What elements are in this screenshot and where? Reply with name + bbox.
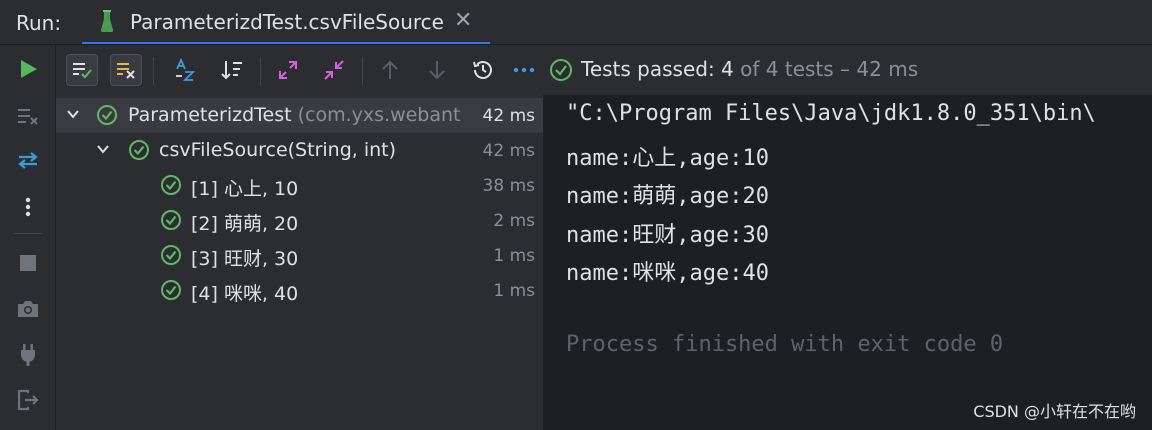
method-label: csvFileSource(String, int) bbox=[159, 139, 397, 161]
case-time: 2 ms bbox=[493, 211, 535, 231]
test-passed-icon bbox=[161, 210, 181, 230]
test-passed-icon bbox=[129, 140, 149, 160]
method-time: 42 ms bbox=[482, 141, 535, 161]
prev-failed-icon[interactable] bbox=[374, 54, 406, 86]
test-tree: ParameterizdTest (com.yxs.webant 42 ms c… bbox=[56, 95, 544, 430]
run-icon[interactable] bbox=[12, 53, 44, 85]
console-line: name:心上,age:10 bbox=[566, 146, 769, 171]
exit-icon[interactable] bbox=[12, 384, 44, 416]
test-passed-icon bbox=[161, 175, 181, 195]
collapse-all-icon[interactable] bbox=[318, 54, 350, 86]
close-icon[interactable]: ✕ bbox=[454, 8, 472, 33]
tree-root-label: ParameterizdTest (com.yxs.webant bbox=[128, 104, 461, 126]
root-package: (com.yxs.webant bbox=[291, 104, 461, 126]
status-lead: Tests passed: 4 bbox=[581, 57, 734, 81]
more-vertical-icon[interactable] bbox=[12, 191, 44, 223]
show-passed-icon[interactable] bbox=[66, 54, 98, 86]
root-name: ParameterizdTest bbox=[128, 104, 292, 126]
divider bbox=[14, 233, 42, 234]
test-passed-icon bbox=[161, 245, 181, 265]
more-horizontal-icon[interactable] bbox=[508, 54, 540, 86]
console-line: name:萌萌,age:20 bbox=[566, 184, 769, 209]
sort-duration-icon[interactable] bbox=[216, 54, 248, 86]
test-passed-icon bbox=[550, 59, 572, 81]
tree-row-root[interactable]: ParameterizdTest (com.yxs.webant 42 ms bbox=[56, 98, 543, 133]
plug-icon[interactable] bbox=[12, 339, 44, 371]
stop-icon[interactable] bbox=[12, 247, 44, 279]
test-status: Tests passed: 4 of 4 tests – 42 ms bbox=[581, 57, 918, 81]
tree-row-case[interactable]: [3] 旺财, 30 1 ms bbox=[56, 238, 543, 273]
tree-row-case[interactable]: [4] 咪咪, 40 1 ms bbox=[56, 273, 543, 308]
test-passed-icon bbox=[161, 280, 181, 300]
divider bbox=[362, 57, 363, 85]
case-time: 38 ms bbox=[482, 176, 535, 196]
console-exit-line: Process finished with exit code 0 bbox=[566, 332, 1004, 357]
test-toolbar: Tests passed: 4 of 4 tests – 42 ms bbox=[56, 45, 1152, 95]
case-time: 1 ms bbox=[493, 246, 535, 266]
run-tab-bar: Run: ParameterizdTest.csvFileSource ✕ bbox=[0, 0, 1152, 45]
console-output[interactable]: "C:\Program Files\Java\jdk1.8.0_351\bin\… bbox=[544, 95, 1152, 430]
case-label: [2] 萌萌, 20 bbox=[191, 213, 299, 235]
next-failed-icon[interactable] bbox=[421, 54, 453, 86]
tree-row-method[interactable]: csvFileSource(String, int) 42 ms bbox=[56, 133, 543, 168]
expand-all-icon[interactable] bbox=[272, 54, 304, 86]
test-flask-icon bbox=[100, 10, 114, 32]
root-time: 42 ms bbox=[482, 106, 535, 126]
case-time: 1 ms bbox=[493, 281, 535, 301]
show-ignored-icon[interactable] bbox=[110, 54, 142, 86]
tree-row-case[interactable]: [1] 心上, 10 38 ms bbox=[56, 168, 543, 203]
case-label: [4] 咪咪, 40 bbox=[191, 283, 299, 305]
tree-row-case[interactable]: [2] 萌萌, 20 2 ms bbox=[56, 203, 543, 238]
camera-icon[interactable] bbox=[12, 293, 44, 325]
history-icon[interactable] bbox=[467, 54, 499, 86]
status-rest: of 4 tests – 42 ms bbox=[733, 57, 919, 81]
case-label: [1] 心上, 10 bbox=[191, 178, 299, 200]
run-label: Run: bbox=[16, 11, 62, 35]
console-line: name:旺财,age:30 bbox=[566, 223, 769, 248]
chevron-down-icon[interactable] bbox=[66, 107, 80, 121]
sort-alpha-icon[interactable] bbox=[169, 54, 201, 86]
console-line: name:咪咪,age:40 bbox=[566, 261, 769, 286]
console-command: "C:\Program Files\Java\jdk1.8.0_351\bin\ bbox=[566, 101, 1096, 126]
divider bbox=[153, 57, 154, 85]
tab-parameterized-test[interactable]: ParameterizdTest.csvFileSource ✕ bbox=[82, 0, 490, 44]
divider bbox=[260, 57, 261, 85]
tab-title: ParameterizdTest.csvFileSource bbox=[130, 10, 444, 34]
rerun-icon[interactable] bbox=[12, 144, 44, 176]
case-label: [3] 旺财, 30 bbox=[191, 248, 299, 270]
watermark: CSDN @小轩在不在哟 bbox=[973, 402, 1136, 421]
test-passed-icon bbox=[97, 105, 117, 125]
chevron-down-icon[interactable] bbox=[96, 142, 110, 156]
soft-wrap-icon[interactable] bbox=[12, 100, 44, 132]
left-toolbar bbox=[0, 45, 56, 430]
